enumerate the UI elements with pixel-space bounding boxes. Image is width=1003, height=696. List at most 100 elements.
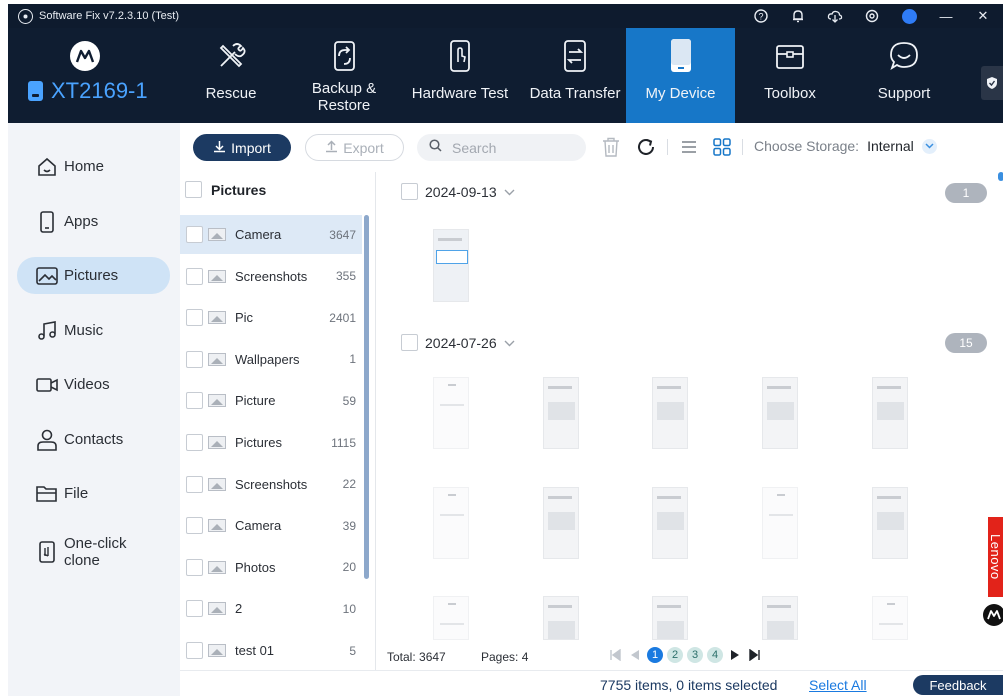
prev-page-icon[interactable] <box>627 647 643 663</box>
nav-rescue[interactable]: Rescue <box>185 28 277 123</box>
sidebar-item-pictures[interactable]: Pictures <box>17 257 170 294</box>
next-page-icon[interactable] <box>727 647 743 663</box>
list-view-icon[interactable] <box>678 136 700 158</box>
album-checkbox[interactable] <box>186 600 203 618</box>
nav-my-device[interactable]: My Device <box>626 28 735 123</box>
photo-thumbnail[interactable] <box>543 377 579 449</box>
window-title: Software Fix v7.2.3.10 (Test) <box>39 10 179 22</box>
select-all-albums-checkbox[interactable] <box>185 181 202 198</box>
chevron-down-icon[interactable] <box>504 185 515 199</box>
album-list-item[interactable]: Picture 59 <box>180 381 362 420</box>
help-icon[interactable]: ? <box>753 8 769 24</box>
sidebar-item-contacts[interactable]: Contacts <box>17 421 170 458</box>
sidebar-item-music[interactable]: Music <box>17 312 170 349</box>
album-checkbox[interactable] <box>186 226 203 243</box>
storage-value: Internal <box>867 138 914 154</box>
motorola-assistant-icon[interactable] <box>983 604 1003 626</box>
scroll-indicator[interactable] <box>998 172 1003 181</box>
grid-view-icon[interactable] <box>711 136 733 158</box>
date-group-label: 2024-09-13 <box>425 183 497 200</box>
album-checkbox[interactable] <box>186 350 203 368</box>
bell-icon[interactable] <box>790 8 806 24</box>
date-group-checkbox[interactable] <box>401 334 418 351</box>
sidebar-item-apps[interactable]: Apps <box>17 203 170 240</box>
device-label[interactable]: XT2169-1 <box>28 78 148 104</box>
nav-backup-restore[interactable]: Backup & Restore <box>300 28 388 123</box>
page-2-button[interactable]: 2 <box>667 647 683 663</box>
album-count: 5 <box>349 643 356 658</box>
page-3-button[interactable]: 3 <box>687 647 703 663</box>
storage-selector[interactable]: Choose Storage: Internal <box>754 138 937 154</box>
album-list-item[interactable]: Screenshots 355 <box>180 257 362 296</box>
page-4-button[interactable]: 4 <box>707 647 723 663</box>
cloud-download-icon[interactable] <box>827 8 843 24</box>
page-1-button[interactable]: 1 <box>647 647 663 663</box>
photo-thumbnail[interactable] <box>872 487 908 559</box>
album-checkbox[interactable] <box>186 434 203 451</box>
sidebar-item-file[interactable]: File <box>17 475 170 512</box>
album-list-item[interactable]: Screenshots 22 <box>180 465 362 504</box>
sidebar-item-videos[interactable]: Videos <box>17 366 170 403</box>
export-button[interactable]: Export <box>305 134 404 161</box>
last-page-icon[interactable] <box>747 647 763 663</box>
album-checkbox[interactable] <box>186 475 203 493</box>
photo-thumbnail[interactable] <box>762 487 798 559</box>
album-list-item[interactable]: Pictures 1115 <box>180 423 362 462</box>
album-list-item[interactable]: Pic 2401 <box>180 298 362 337</box>
album-list-item[interactable]: Wallpapers 1 <box>180 340 362 379</box>
date-group-checkbox[interactable] <box>401 183 418 200</box>
photo-thumbnail[interactable] <box>872 377 908 449</box>
photo-thumbnail[interactable] <box>652 377 688 449</box>
album-list-item[interactable]: Camera 39 <box>180 506 362 545</box>
shield-icon[interactable] <box>981 66 1003 100</box>
album-list-item[interactable]: 2 10 <box>180 589 362 628</box>
delete-icon[interactable] <box>600 136 622 158</box>
user-avatar-icon[interactable] <box>901 8 917 24</box>
album-list-item[interactable]: test 01 5 <box>180 631 362 670</box>
photo-thumbnail[interactable] <box>433 487 469 559</box>
refresh-icon[interactable] <box>635 136 657 158</box>
chevron-down-icon[interactable] <box>504 336 515 350</box>
photo-thumbnail[interactable] <box>762 596 798 640</box>
sidebar-item-home[interactable]: Home <box>17 148 170 185</box>
photo-thumbnail[interactable] <box>433 377 469 449</box>
photo-thumbnail[interactable] <box>433 596 469 640</box>
minimize-icon[interactable]: — <box>938 8 954 24</box>
album-checkbox[interactable] <box>186 392 203 410</box>
lenovo-tab[interactable]: Lenovo <box>988 517 1003 597</box>
nav-support[interactable]: Support <box>858 28 950 123</box>
select-all-link[interactable]: Select All <box>809 677 867 693</box>
backup-icon <box>326 36 362 76</box>
search-box[interactable] <box>417 134 586 161</box>
album-panel: Pictures Camera 3647 Screenshots 355 Pic 2401… <box>180 172 376 670</box>
photo-thumbnail[interactable] <box>543 596 579 640</box>
date-group-header[interactable]: 2024-09-13 <box>401 183 515 200</box>
album-checkbox[interactable] <box>186 558 203 576</box>
photo-thumbnail[interactable] <box>872 596 908 640</box>
svg-text:?: ? <box>758 11 763 21</box>
album-checkbox[interactable] <box>186 642 203 659</box>
nav-label: Rescue <box>205 85 257 102</box>
photo-thumbnail[interactable] <box>543 487 579 559</box>
feedback-button[interactable]: Feedback <box>913 675 1003 695</box>
album-list-item[interactable]: Camera 3647 <box>180 215 362 254</box>
first-page-icon[interactable] <box>607 647 623 663</box>
album-checkbox[interactable] <box>186 309 203 327</box>
photo-thumbnail[interactable] <box>433 229 469 302</box>
photo-thumbnail[interactable] <box>652 487 688 559</box>
settings-icon[interactable] <box>864 8 880 24</box>
sidebar-item-one-click-clone[interactable]: One-click clone <box>17 529 170 575</box>
album-checkbox[interactable] <box>186 267 203 285</box>
nav-hardware-test[interactable]: Hardware Test <box>404 28 516 123</box>
album-scrollbar[interactable] <box>364 215 369 579</box>
nav-toolbox[interactable]: Toolbox <box>744 28 836 123</box>
album-list-item[interactable]: Photos 20 <box>180 548 362 587</box>
nav-data-transfer[interactable]: Data Transfer <box>519 28 631 123</box>
photo-thumbnail[interactable] <box>762 377 798 449</box>
date-group-header[interactable]: 2024-07-26 <box>401 334 515 351</box>
import-button[interactable]: Import <box>193 134 291 161</box>
search-input[interactable] <box>452 139 572 156</box>
photo-thumbnail[interactable] <box>652 596 688 640</box>
album-checkbox[interactable] <box>186 517 203 535</box>
close-icon[interactable]: ✕ <box>975 8 991 24</box>
